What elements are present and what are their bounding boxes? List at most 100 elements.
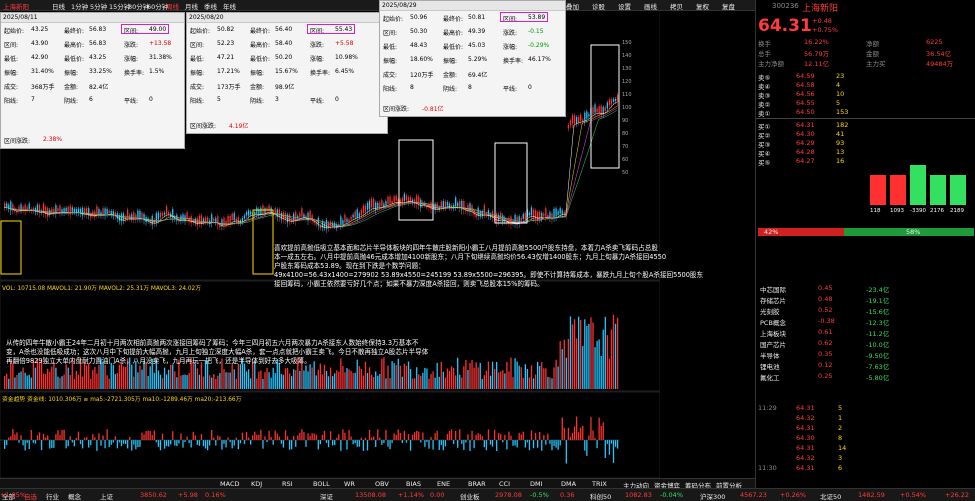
- stat-cell: 43.25: [89, 54, 107, 61]
- indicator-tab[interactable]: WR: [344, 480, 355, 488]
- sector-change: 0.62: [818, 339, 833, 347]
- toolbar-action[interactable]: 拷贝: [670, 1, 683, 11]
- fund-bar: [200, 434, 203, 440]
- indicator-tab[interactable]: RSI: [282, 480, 293, 488]
- sector-flow: -15.6亿: [866, 308, 890, 316]
- toolbar-action[interactable]: 复权: [696, 1, 709, 11]
- fund-bar: [340, 440, 342, 451]
- candle-body: [362, 205, 365, 213]
- toolbar-action[interactable]: 复盘: [722, 1, 735, 11]
- fund-bar: [65, 440, 67, 449]
- fund-bar: [63, 429, 65, 440]
- sector-row[interactable]: 氟化工 0.25 -5.80亿: [756, 372, 975, 382]
- fund-bar: [51, 440, 53, 449]
- volume-bar: [411, 378, 414, 389]
- volume-bar: [4, 376, 6, 389]
- indicator-tab[interactable]: KDJ: [251, 480, 262, 488]
- fund-bar: [176, 440, 178, 447]
- stat-cell: 振幅:: [64, 70, 79, 77]
- fund-bar: [373, 436, 375, 440]
- indicator-tab[interactable]: MACD: [220, 480, 239, 488]
- order-bar: [910, 165, 926, 205]
- sector-row[interactable]: 光刻胶 0.52 -15.6亿: [756, 306, 975, 316]
- candle-body: [280, 212, 283, 220]
- stat-cell: 换手率:: [503, 58, 524, 65]
- ask-volume: 23: [836, 72, 845, 80]
- volume-bar: [428, 378, 430, 389]
- indicator-tab[interactable]: DMI: [530, 480, 543, 488]
- fund-bar: [20, 435, 22, 440]
- indicator-tab[interactable]: CCI: [499, 480, 510, 488]
- fund-bar: [356, 440, 358, 447]
- candle-body: [51, 209, 53, 212]
- candle-body: [539, 211, 541, 220]
- current-price: 64.31: [758, 16, 812, 36]
- fund-bar: [403, 430, 406, 440]
- candle-body: [379, 202, 381, 207]
- sector-row[interactable]: 中芯国际 0.45 -23.4亿: [756, 284, 975, 294]
- sector-row[interactable]: 上海板块 0.61 -11.2亿: [756, 328, 975, 338]
- indicator-tab[interactable]: DMA: [561, 480, 576, 488]
- fund-bar: [215, 440, 217, 446]
- candle-body: [96, 206, 98, 215]
- stat-cell: 最低:: [4, 56, 19, 63]
- fund-bar: [264, 436, 266, 440]
- ask-row: 卖⑤ 64.59 23: [756, 72, 975, 82]
- fund-bar: [354, 440, 356, 444]
- volume-bar: [63, 374, 65, 389]
- stat-cell: 48.43: [410, 42, 428, 49]
- fund-bar: [282, 440, 285, 448]
- volume-bar: [430, 373, 432, 389]
- sector-row[interactable]: 锂电池 0.12 -7.63亿: [756, 361, 975, 371]
- candle-body: [377, 202, 379, 208]
- candle-body: [530, 207, 533, 216]
- sector-row[interactable]: 存储芯片 0.48 -19.1亿: [756, 295, 975, 305]
- sector-row[interactable]: 半导体 0.35 -9.50亿: [756, 350, 975, 360]
- stat-highlight-box: [307, 24, 355, 34]
- fund-bar: [539, 431, 541, 440]
- sector-row[interactable]: 国产芯片 0.62 -10.0亿: [756, 339, 975, 349]
- indicator-tab[interactable]: ENE: [437, 480, 450, 488]
- indicator-tab[interactable]: BIAS: [406, 480, 421, 488]
- volume-bar: [75, 370, 78, 389]
- candle-body: [127, 209, 129, 218]
- candle-body: [73, 208, 75, 212]
- candle-body: [571, 115, 574, 124]
- volume-bar: [196, 368, 198, 389]
- indicator-tab[interactable]: TRIX: [592, 480, 607, 488]
- volume-bar: [94, 366, 96, 389]
- stat-label: 净额: [866, 40, 879, 48]
- indicator-tab[interactable]: BRAR: [468, 480, 486, 488]
- volume-bar: [147, 376, 149, 389]
- indicator-tab[interactable]: OBV: [375, 480, 389, 488]
- volume-bar: [170, 364, 172, 389]
- volume-bar: [145, 362, 147, 389]
- tick-price: 64.30: [796, 434, 815, 442]
- volume-bar: [584, 319, 586, 389]
- volume-bar: [555, 359, 557, 389]
- sector-row[interactable]: PCB概念 -0.38 -12.3亿: [756, 317, 975, 327]
- indicator-tab[interactable]: BOLL: [313, 480, 330, 488]
- fund-bar: [192, 431, 194, 440]
- candle-body: [161, 213, 164, 216]
- candle-body: [588, 114, 590, 117]
- fund-bar: [567, 427, 570, 440]
- fund-bar: [444, 440, 447, 447]
- sector-flow: -23.4亿: [866, 286, 890, 294]
- volume-bar: [28, 374, 30, 389]
- candle-body: [211, 214, 213, 223]
- fund-bar: [475, 435, 477, 440]
- tick-price: 64.32: [796, 454, 815, 462]
- stat-cell: 金额:: [250, 84, 265, 91]
- sector-name: 锂电池: [760, 363, 780, 371]
- candle-body: [59, 205, 61, 213]
- fund-bar: [401, 440, 403, 444]
- stat-cell: 区间:: [190, 42, 205, 49]
- candle-body: [373, 199, 375, 208]
- volume-bar: [399, 365, 401, 389]
- volume-bar: [65, 364, 67, 389]
- volume-bar: [448, 371, 451, 389]
- note-line: 喜欢提前高抛低吸立基本面和芯片半导体板块的四年牛散庄股新阳小霸王八月提前高抛55…: [274, 244, 658, 252]
- fund-bar: [309, 435, 311, 440]
- fund-bar: [96, 440, 98, 451]
